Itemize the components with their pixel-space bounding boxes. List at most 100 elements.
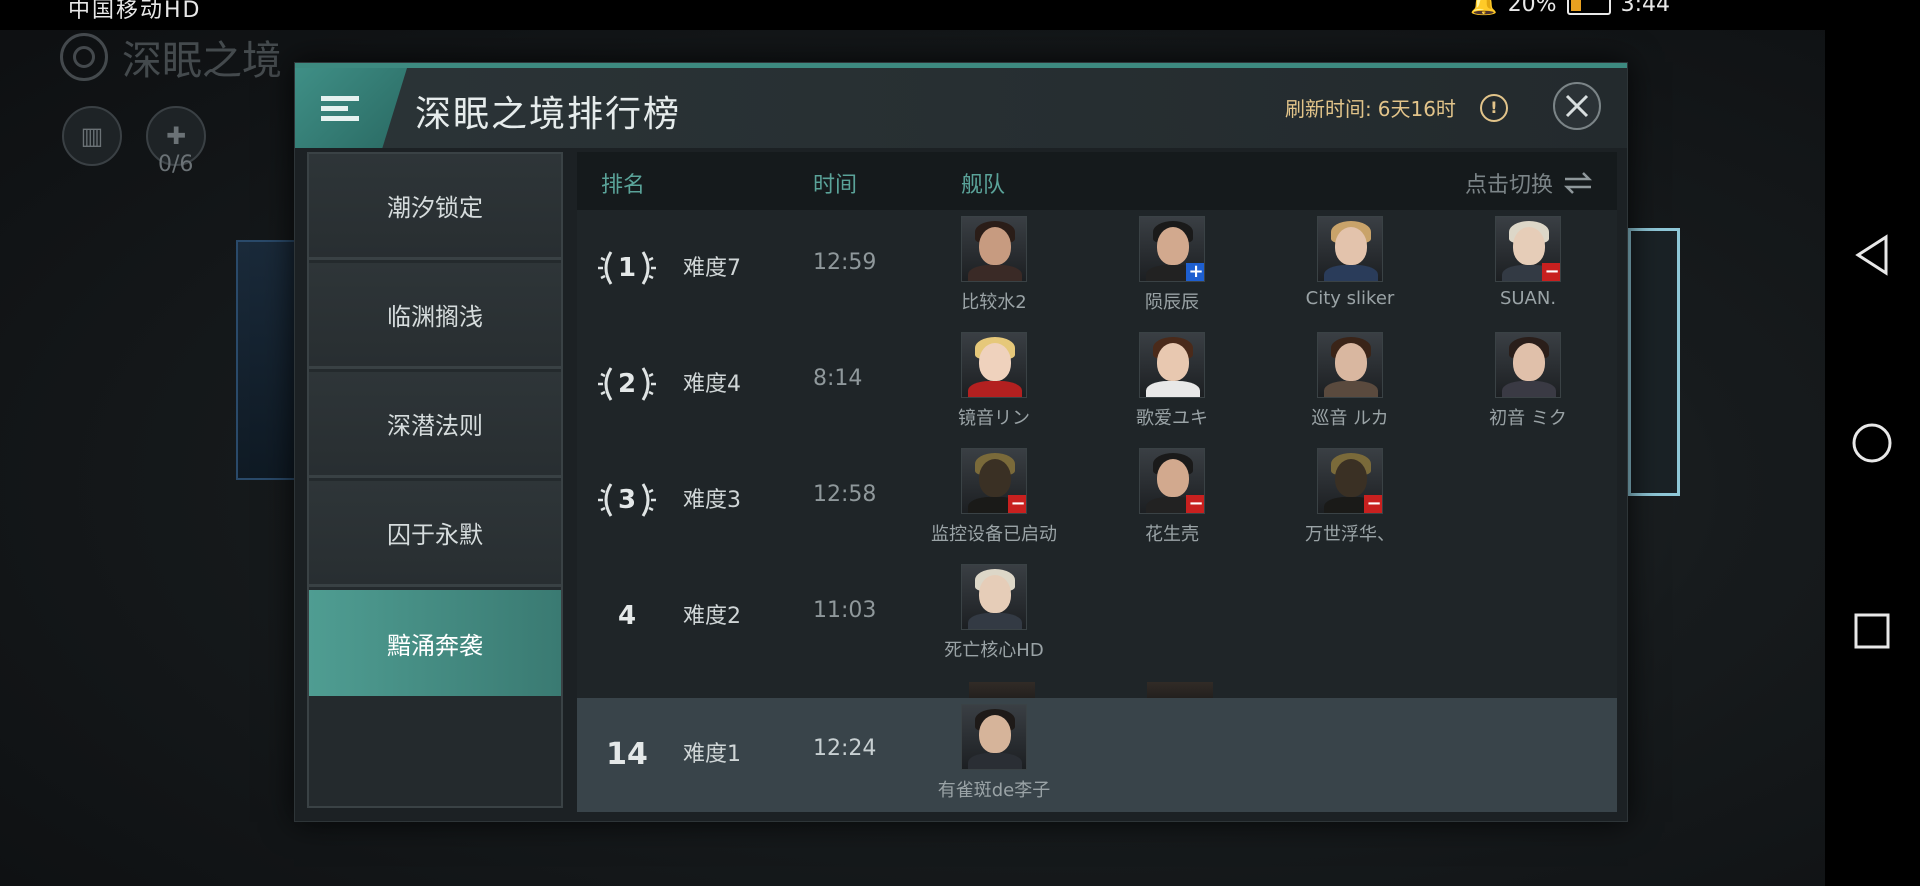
background-panel-left [236,240,296,480]
rank-cell: 4 [597,594,657,638]
fleet-member[interactable]: 死亡核心HD [924,564,1064,662]
target-icon [60,33,108,81]
status-bar: 中国移动HD 🔔 20% 3:44 [0,0,1825,30]
time-cell: 12:58 [813,482,877,507]
avatar [1317,332,1383,398]
difficulty-cell: 难度7 [683,256,741,281]
fleet-member[interactable]: − 监控设备已启动 [924,448,1064,546]
home-button[interactable] [1847,418,1897,468]
difficulty-cell: 难度3 [683,488,741,513]
sidebar-item-eternal-silence[interactable]: 囚于永默 [309,481,561,587]
partial-avatar [1147,682,1213,698]
member-name: 比较水2 [961,292,1027,313]
refresh-info: 刷新时间: 6天16时 ! [1285,93,1508,122]
info-icon[interactable]: ! [1479,93,1508,122]
mode-sidebar: 潮汐锁定 临渊搁浅 深潜法则 囚于永默 黯涌奔袭 [307,152,563,808]
sidebar-item-abyss-stranded[interactable]: 临渊搁浅 [309,263,561,369]
chart-icon: ▥ [62,106,122,166]
rank-cell: 14 [597,732,657,776]
avatar: + [1139,216,1205,282]
my-rank-row[interactable]: 14 难度1 12:24 有雀斑de李子 [577,698,1617,812]
fleet-member[interactable]: 初音 ミク [1458,332,1598,430]
clock: 3:44 [1620,0,1670,17]
avatar [1495,332,1561,398]
avatar: − [1139,448,1205,514]
back-button[interactable] [1847,230,1897,280]
rank-number: 1 [617,253,637,283]
back-icon [1855,234,1888,276]
battery-percent: 20% [1507,0,1557,17]
close-icon [1565,94,1589,118]
status-right: 🔔 20% 3:44 [1470,0,1670,17]
sidebar-item-dark-surge[interactable]: 黯涌奔袭 [309,590,561,696]
header-fleet: 舰队 [961,173,1006,198]
fleet-member[interactable]: 比较水2 [924,216,1064,314]
header-time: 时间 [813,173,858,198]
partial-avatar [969,682,1035,698]
rank-number: 14 [606,736,648,772]
fleet-member[interactable]: − SUAN. [1458,216,1598,309]
difficulty-cell: 难度1 [683,742,741,767]
fleet-member[interactable]: 歌爱ユキ [1102,332,1242,430]
refresh-label: 刷新时间: [1285,97,1372,121]
member-name: 镜音リン [958,408,1030,429]
member-name: 万世浮华、 [1305,524,1395,545]
table-header: 排名 时间 舰队 点击切换 [577,152,1617,210]
time-cell: 12:59 [813,250,877,275]
member-name: 歌爱ユキ [1136,408,1208,429]
member-name: 死亡核心HD [944,640,1044,661]
leaderboard-dialog: 深眠之境排行榜 刷新时间: 6天16时 ! 潮汐锁定 临渊搁浅 深潜法则 囚于永… [294,62,1628,822]
remove-badge-icon: − [1008,495,1026,513]
menu-icon [321,91,359,126]
member-name: 有雀斑de李子 [937,780,1051,801]
table-row[interactable]: 2 难度4 8:14 镜音リン 歌爱ユキ 巡音 ルカ 初音 ミク [577,326,1617,442]
fleet-member[interactable]: City sliker [1280,216,1420,309]
fleet-member[interactable]: − 万世浮华、 [1280,448,1420,546]
member-name: City sliker [1305,288,1395,309]
member-name: 陨辰辰 [1145,292,1199,313]
avatar: − [1495,216,1561,282]
table-row[interactable]: 3 难度3 12:58 − 监控设备已启动 − 花生壳 − 万世浮华、 [577,442,1617,558]
remove-badge-icon: − [1542,263,1560,281]
screen: 中国移动HD 🔔 20% 3:44 深眠之境 ▥ ✚ 0/6 ✕ 深眠之境排行榜… [0,0,1920,886]
swap-icon [1563,172,1593,194]
rank-number: 4 [617,601,637,631]
dialog-title: 深眠之境排行榜 [415,94,682,135]
home-icon [1852,423,1892,463]
recents-button[interactable] [1847,606,1897,656]
avatar [1139,332,1205,398]
sidebar-item-tidal-lock[interactable]: 潮汐锁定 [309,154,561,260]
background-counter: 0/6 [158,152,194,177]
bell-icon: 🔔 [1470,0,1498,17]
member-name: 初音 ミク [1489,408,1567,429]
battery-icon [1566,0,1611,15]
avatar [961,216,1027,282]
fleet-member[interactable]: − 花生壳 [1102,448,1242,546]
rank-cell: 2 [597,362,657,406]
sidebar-item-deep-dive-rules[interactable]: 深潜法则 [309,372,561,478]
refresh-value: 6天16时 [1377,97,1456,121]
rank-number: 3 [617,485,637,515]
member-name: 花生壳 [1145,524,1199,545]
table-row[interactable]: 4 难度2 11:03 死亡核心HD [577,558,1617,674]
fleet-member[interactable]: + 陨辰辰 [1102,216,1242,314]
ranking-table: 排名 时间 舰队 点击切换 1 难度7 12:59 比较水2 + 陨辰辰 City slik… [577,152,1617,812]
remove-badge-icon: − [1364,495,1382,513]
avatar: − [1317,448,1383,514]
member-name: 监控设备已启动 [931,524,1057,545]
add-badge-icon: + [1186,263,1204,281]
avatar [961,332,1027,398]
time-cell: 12:24 [813,736,877,761]
rank-number: 2 [617,369,637,399]
close-button[interactable] [1553,82,1601,130]
fleet-member[interactable]: 有雀斑de李子 [924,704,1064,802]
time-cell: 8:14 [813,366,863,391]
fleet-member[interactable]: 巡音 ルカ [1280,332,1420,430]
switch-button[interactable]: 点击切换 [1465,167,1593,199]
table-row[interactable]: 1 难度7 12:59 比较水2 + 陨辰辰 City sliker − SUAN. [577,210,1617,326]
difficulty-cell: 难度2 [683,604,741,629]
fleet-member[interactable]: 镜音リン [924,332,1064,430]
difficulty-cell: 难度4 [683,372,741,397]
rank-cell: 3 [597,478,657,522]
background-title-text: 深眠之境 [122,38,282,84]
